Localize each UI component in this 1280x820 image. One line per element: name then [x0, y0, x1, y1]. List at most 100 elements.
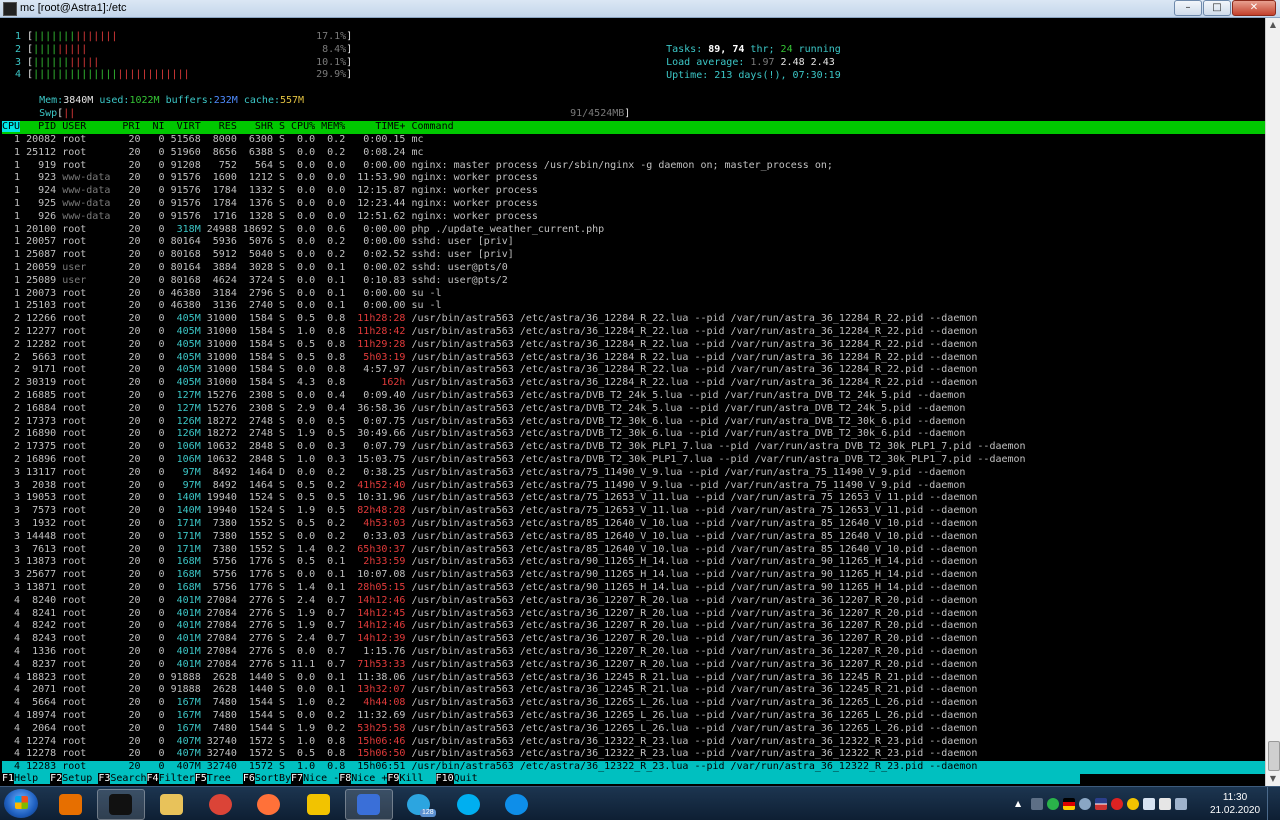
- process-row[interactable]: 1 923 www-data 20 0 91576 1600 1212 S 0.…: [2, 172, 538, 185]
- header-command[interactable]: Command: [405, 121, 453, 132]
- process-row[interactable]: 4 8241 root 20 0 401M 27084 2776 S 1.9 0…: [2, 608, 977, 621]
- process-row[interactable]: 2 17373 root 20 0 126M 18272 2748 S 0.0 …: [2, 416, 965, 429]
- fkey-f10[interactable]: F10Quit: [436, 773, 478, 784]
- process-table-header[interactable]: CPU PID USER PRI NI VIRT RES SHR S CPU% …: [2, 121, 1265, 134]
- header-res[interactable]: RES: [201, 121, 237, 132]
- process-row[interactable]: 1 20059 user 20 0 80164 3884 3028 S 0.0 …: [2, 262, 508, 275]
- header-user[interactable]: USER: [56, 121, 116, 132]
- process-row[interactable]: 3 14448 root 20 0 171M 7380 1552 S 0.0 0…: [2, 531, 977, 544]
- process-row[interactable]: 4 8243 root 20 0 401M 27084 2776 S 2.4 0…: [2, 633, 977, 646]
- fkey-f8[interactable]: F8Nice +: [339, 773, 388, 784]
- header-pri[interactable]: PRI: [116, 121, 140, 132]
- process-row[interactable]: 1 20057 root 20 0 80164 5936 5076 S 0.0 …: [2, 236, 514, 249]
- process-row[interactable]: 2 9171 root 20 0 405M 31000 1584 S 0.0 0…: [2, 364, 977, 377]
- show-desktop-button[interactable]: [1267, 787, 1280, 820]
- close-button[interactable]: ✕: [1232, 0, 1276, 16]
- tray-check-icon[interactable]: [1047, 798, 1059, 810]
- process-row[interactable]: 3 7573 root 20 0 140M 19940 1524 S 1.9 0…: [2, 505, 977, 518]
- header-virt[interactable]: VIRT: [165, 121, 201, 132]
- tray-volume-icon[interactable]: [1159, 798, 1171, 810]
- chrome-taskbar-button[interactable]: [197, 789, 245, 820]
- process-row[interactable]: 1 25089 user 20 0 80168 4624 3724 S 0.0 …: [2, 275, 508, 288]
- firefox-taskbar-button[interactable]: [245, 789, 293, 820]
- header-ni[interactable]: NI: [141, 121, 165, 132]
- tray-flag-icon[interactable]: [1063, 798, 1075, 810]
- start-button[interactable]: [4, 789, 38, 818]
- process-row[interactable]: 1 926 www-data 20 0 91576 1716 1328 S 0.…: [2, 211, 538, 224]
- process-row[interactable]: 3 13117 root 20 0 97M 8492 1464 D 0.0 0.…: [2, 467, 965, 480]
- terminal-scrollbar[interactable]: ▲ ▼: [1265, 18, 1280, 786]
- process-row[interactable]: 1 20073 root 20 0 46380 3184 2796 S 0.0 …: [2, 288, 442, 301]
- fkey-f2[interactable]: F2Setup: [50, 773, 99, 784]
- java-taskbar-button[interactable]: [47, 789, 95, 820]
- process-row[interactable]: 2 16890 root 20 0 126M 18272 2748 S 1.9 …: [2, 428, 965, 441]
- tray-network-icon[interactable]: [1175, 798, 1187, 810]
- header-s[interactable]: S: [273, 121, 285, 132]
- tray-app-icon-3[interactable]: [1127, 798, 1139, 810]
- process-row[interactable]: 4 8240 root 20 0 401M 27084 2776 S 2.4 0…: [2, 595, 977, 608]
- tray-app-icon-1[interactable]: [1031, 798, 1043, 810]
- process-row[interactable]: 3 2038 root 20 0 97M 8492 1464 S 0.5 0.2…: [2, 480, 965, 493]
- process-row[interactable]: 2 12266 root 20 0 405M 31000 1584 S 0.5 …: [2, 313, 977, 326]
- fkey-f7[interactable]: F7Nice -: [291, 773, 340, 784]
- terminal-taskbar-button[interactable]: [97, 789, 145, 820]
- process-row[interactable]: 2 17375 root 20 0 106M 10632 2848 S 0.0 …: [2, 441, 1026, 454]
- header-pid[interactable]: PID: [20, 121, 56, 132]
- process-row[interactable]: 3 13871 root 20 0 168M 5756 1776 S 1.4 0…: [2, 582, 977, 595]
- process-row[interactable]: 1 925 www-data 20 0 91576 1784 1376 S 0.…: [2, 198, 538, 211]
- network-app-taskbar-button[interactable]: [345, 789, 393, 820]
- fkey-f9[interactable]: F9Kill: [387, 773, 436, 784]
- process-row[interactable]: 3 1932 root 20 0 171M 7380 1552 S 0.5 0.…: [2, 518, 977, 531]
- process-row[interactable]: 4 18974 root 20 0 167M 7480 1544 S 0.0 0…: [2, 710, 977, 723]
- process-row[interactable]: 1 924 www-data 20 0 91576 1784 1332 S 0.…: [2, 185, 538, 198]
- header-cpu-pct[interactable]: CPU%: [285, 121, 315, 132]
- tray-antivirus-icon[interactable]: [1111, 798, 1123, 810]
- process-row[interactable]: 4 8242 root 20 0 401M 27084 2776 S 1.9 0…: [2, 620, 977, 633]
- process-row[interactable]: 1 20082 root 20 0 51568 8000 6300 S 0.0 …: [2, 134, 423, 147]
- scrollbar-thumb[interactable]: [1268, 741, 1280, 771]
- scroll-down-icon[interactable]: ▼: [1268, 774, 1278, 784]
- process-row[interactable]: 2 16896 root 20 0 106M 10632 2848 S 1.0 …: [2, 454, 1026, 467]
- tray-arrow-icon[interactable]: ▲: [1015, 798, 1027, 810]
- process-row[interactable]: 4 12274 root 20 0 407M 32740 1572 S 1.0 …: [2, 736, 977, 749]
- process-row[interactable]: 1 25087 root 20 0 80168 5912 5040 S 0.0 …: [2, 249, 514, 262]
- maximize-button[interactable]: □: [1203, 0, 1231, 16]
- file-explorer-taskbar-button[interactable]: [148, 789, 196, 820]
- process-row[interactable]: 4 8237 root 20 0 401M 27084 2776 S 11.1 …: [2, 659, 977, 672]
- skype-taskbar-button[interactable]: [445, 789, 493, 820]
- process-row[interactable]: 4 2064 root 20 0 167M 7480 1544 S 1.9 0.…: [2, 723, 977, 736]
- fkey-f6[interactable]: F6SortBy: [243, 773, 292, 784]
- telegram-taskbar-button[interactable]: 128: [395, 789, 443, 820]
- process-row[interactable]: 2 12282 root 20 0 405M 31000 1584 S 0.5 …: [2, 339, 977, 352]
- taskbar-clock[interactable]: 11:30 21.02.2020: [1210, 791, 1260, 817]
- process-row[interactable]: 4 5664 root 20 0 167M 7480 1544 S 1.0 0.…: [2, 697, 977, 710]
- teamviewer-taskbar-button[interactable]: [493, 789, 541, 820]
- header-mem-pct[interactable]: MEM%: [315, 121, 345, 132]
- process-row[interactable]: 4 2071 root 20 0 91888 2628 1440 S 0.0 0…: [2, 684, 977, 697]
- process-row[interactable]: 3 19053 root 20 0 140M 19940 1524 S 0.5 …: [2, 492, 977, 505]
- process-row[interactable]: 4 1336 root 20 0 401M 27084 2776 S 0.0 0…: [2, 646, 977, 659]
- process-row[interactable]: 1 20100 root 20 0 318M 24988 18692 S 0.0…: [2, 224, 604, 237]
- tray-us-flag-icon[interactable]: [1095, 798, 1107, 810]
- fkey-f4[interactable]: F4Filter: [147, 773, 195, 784]
- process-row[interactable]: 2 16884 root 20 0 127M 15276 2308 S 2.9 …: [2, 403, 965, 416]
- fkey-f3[interactable]: F3Search: [98, 773, 147, 784]
- process-row[interactable]: 3 13873 root 20 0 168M 5756 1776 S 0.5 0…: [2, 556, 977, 569]
- process-row[interactable]: 1 919 root 20 0 91208 752 564 S 0.0 0.0 …: [2, 160, 833, 173]
- header-cpu[interactable]: CPU: [2, 121, 21, 132]
- scroll-up-icon[interactable]: ▲: [1268, 20, 1278, 30]
- header-time[interactable]: TIME+: [345, 121, 405, 132]
- process-row[interactable]: 1 25112 root 20 0 51960 8656 6388 S 0.0 …: [2, 147, 423, 160]
- process-row[interactable]: 2 12277 root 20 0 405M 31000 1584 S 1.0 …: [2, 326, 977, 339]
- batman-taskbar-button[interactable]: [295, 789, 343, 820]
- process-row[interactable]: 2 30319 root 20 0 405M 31000 1584 S 4.3 …: [2, 377, 977, 390]
- minimize-button[interactable]: –: [1174, 0, 1202, 16]
- fkey-f1[interactable]: F1Help: [2, 773, 51, 784]
- tray-monitor-icon[interactable]: [1143, 798, 1155, 810]
- header-shr[interactable]: SHR: [237, 121, 273, 132]
- process-row[interactable]: 3 7613 root 20 0 171M 7380 1552 S 1.4 0.…: [2, 544, 977, 557]
- process-row[interactable]: 2 5663 root 20 0 405M 31000 1584 S 0.5 0…: [2, 352, 977, 365]
- process-row[interactable]: 2 16885 root 20 0 127M 15276 2308 S 0.0 …: [2, 390, 965, 403]
- process-row[interactable]: 4 18823 root 20 0 91888 2628 1440 S 0.0 …: [2, 672, 977, 685]
- htop-terminal[interactable]: 1 [|||||||||||||| 17.1%] 2 [||||||||| 8.4…: [0, 18, 1266, 786]
